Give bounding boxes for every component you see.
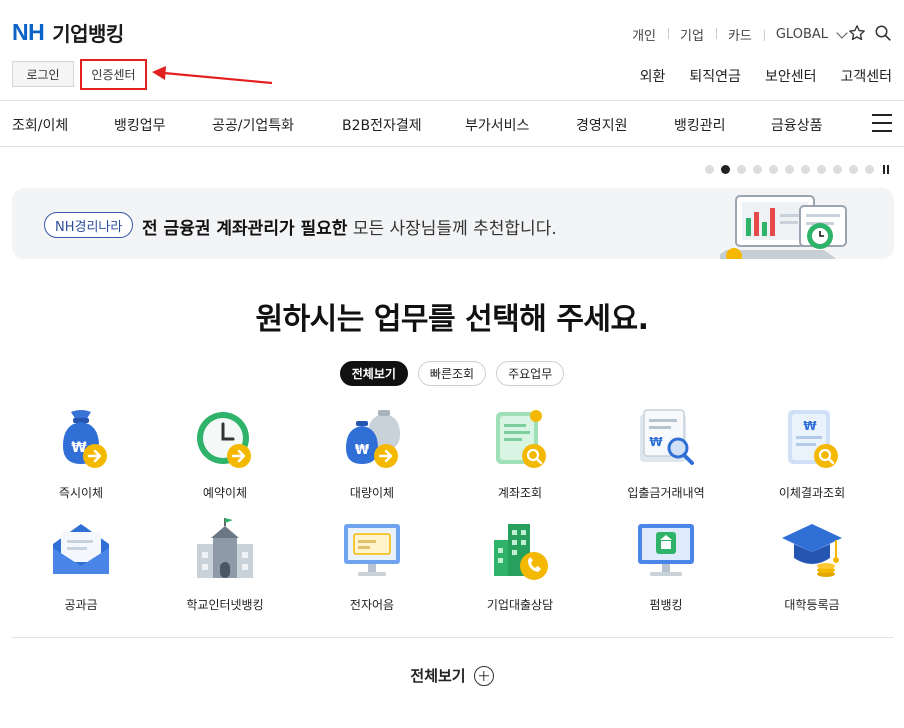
gnb-financial-products[interactable]: 금융상품	[771, 115, 823, 135]
view-all-button[interactable]: 전체보기	[0, 665, 904, 686]
monitor-bank-icon	[638, 524, 694, 576]
carousel-dot[interactable]	[801, 165, 810, 174]
plus-icon	[473, 665, 494, 686]
gnb-b2b-payment[interactable]: B2B전자결제	[342, 115, 422, 135]
top-link-personal[interactable]: 개인	[620, 25, 668, 44]
laptop-chart-icon	[720, 195, 847, 259]
gnb-inquiry-transfer[interactable]: 조회/이체	[12, 115, 68, 135]
pause-icon[interactable]	[883, 165, 889, 174]
svg-text:₩: ₩	[803, 419, 817, 433]
service-label: 즉시이체	[58, 486, 104, 500]
building-phone-icon	[494, 524, 548, 580]
banner-rest-text: 모든 사장님들께 추천합니다.	[347, 219, 557, 239]
utility-links: 외환 퇴직연금 보안센터 고객센터	[640, 66, 892, 86]
service-firm-banking[interactable]: 펌뱅킹	[596, 518, 736, 613]
banner-badge: NH경리나라	[44, 212, 134, 238]
service-bulk-transfer[interactable]: ₩ 대량이체	[302, 406, 442, 501]
global-nav: 조회/이체 뱅킹업무 공공/기업특화 B2B전자결제 부가서비스 경영지원 뱅킹…	[0, 101, 904, 147]
service-label: 이체결과조회	[778, 486, 846, 500]
money-bag-arrow-icon: ₩	[63, 410, 107, 468]
service-label: 공과금	[64, 598, 98, 612]
page-title: 원하시는 업무를 선택해 주세요.	[255, 302, 649, 337]
service-label: 대학등록금	[784, 598, 840, 612]
hamburger-menu-icon[interactable]	[872, 114, 892, 132]
service-label: 계좌조회	[497, 486, 543, 500]
util-link-customer[interactable]: 고객센터	[840, 66, 892, 86]
gnb-banking-management[interactable]: 뱅킹관리	[674, 115, 726, 135]
school-icon	[197, 518, 253, 578]
logo-service-name: 기업뱅킹	[52, 22, 124, 46]
view-all-label: 전체보기	[410, 667, 466, 685]
graduation-cap-icon	[782, 524, 842, 577]
search-icon[interactable]	[874, 24, 892, 42]
gnb-business-support[interactable]: 경영지원	[576, 115, 628, 135]
gnb-additional-services[interactable]: 부가서비스	[465, 115, 529, 135]
util-link-pension[interactable]: 퇴직연금	[689, 66, 741, 86]
certificate-center-button[interactable]: 인증센터	[80, 59, 147, 90]
annotation-arrow-icon	[152, 66, 273, 85]
carousel-dot[interactable]	[705, 165, 714, 174]
service-university-tuition[interactable]: 대학등록금	[742, 518, 882, 613]
carousel-dot[interactable]	[817, 165, 826, 174]
svg-text:₩: ₩	[649, 435, 663, 449]
service-loan-consulting[interactable]: 기업대출상담	[450, 518, 590, 613]
star-icon[interactable]	[848, 24, 866, 42]
service-transfer-result[interactable]: ₩ 이체결과조회	[742, 406, 882, 501]
banner-bold-text: 전 금융권 계좌관리가 필요한	[142, 219, 348, 239]
carousel-dot[interactable]	[753, 165, 762, 174]
logo-nh-mark: NH	[12, 19, 45, 45]
service-transaction-history[interactable]: ₩ 입출금거래내역	[596, 406, 736, 501]
tab-view-all[interactable]: 전체보기	[339, 361, 408, 386]
util-link-forex[interactable]: 외환	[640, 66, 666, 86]
service-label: 전자어음	[349, 598, 395, 612]
service-instant-transfer[interactable]: ₩ 즉시이체	[11, 406, 151, 501]
clock-arrow-icon	[197, 412, 251, 468]
top-link-corporate[interactable]: 기업	[668, 25, 716, 44]
carousel-dot[interactable]	[785, 165, 794, 174]
carousel-dot[interactable]	[721, 165, 730, 174]
carousel-dot[interactable]	[849, 165, 858, 174]
service-label: 예약이체	[202, 486, 248, 500]
service-label: 기업대출상담	[486, 598, 554, 612]
carousel-dot[interactable]	[833, 165, 842, 174]
service-label: 입출금거래내역	[627, 486, 705, 500]
service-electronic-bill[interactable]: 전자어음	[302, 518, 442, 613]
monitor-bill-icon	[344, 524, 400, 576]
envelope-icon	[53, 524, 109, 574]
top-link-global[interactable]: GLOBAL	[763, 27, 840, 42]
tab-main-tasks[interactable]: 주요업무	[496, 361, 565, 386]
util-link-security[interactable]: 보안센터	[765, 66, 817, 86]
service-label: 학교인터넷뱅킹	[186, 598, 264, 612]
carousel-dot[interactable]	[865, 165, 874, 174]
service-school-banking[interactable]: 학교인터넷뱅킹	[155, 518, 295, 613]
carousel-indicators	[705, 165, 889, 174]
document-search-icon	[496, 410, 546, 468]
won-document-search-icon: ₩	[788, 410, 838, 468]
top-link-card[interactable]: 카드	[715, 25, 764, 44]
gnb-banking[interactable]: 뱅킹업무	[114, 115, 166, 135]
promo-banner[interactable]: NH경리나라 전 금융권 계좌관리가 필요한 모든 사장님들께 추천합니다.	[12, 188, 894, 259]
service-scheduled-transfer[interactable]: 예약이체	[155, 406, 295, 501]
service-utility-bills[interactable]: 공과금	[11, 518, 151, 613]
money-bags-arrow-icon: ₩	[346, 410, 400, 468]
top-links: 개인 기업 카드 GLOBAL	[620, 25, 848, 44]
banner-text: 전 금융권 계좌관리가 필요한 모든 사장님들께 추천합니다.	[142, 214, 557, 239]
receipt-search-icon: ₩	[640, 409, 694, 465]
tab-quick-inquiry[interactable]: 빠른조회	[417, 361, 487, 386]
carousel-dot[interactable]	[769, 165, 778, 174]
login-button[interactable]: 로그인	[12, 61, 74, 87]
carousel-dot[interactable]	[737, 165, 746, 174]
nh-logo[interactable]: NH 기업뱅킹	[12, 18, 124, 47]
service-label: 펌뱅킹	[649, 598, 683, 612]
gnb-public-corporate[interactable]: 공공/기업특화	[212, 115, 294, 135]
service-account-inquiry[interactable]: 계좌조회	[450, 406, 590, 501]
svg-text:₩: ₩	[355, 443, 370, 458]
filter-tabs: 전체보기 빠른조회 주요업무	[0, 361, 904, 386]
section-divider	[12, 637, 894, 638]
service-label: 대량이체	[349, 486, 395, 500]
